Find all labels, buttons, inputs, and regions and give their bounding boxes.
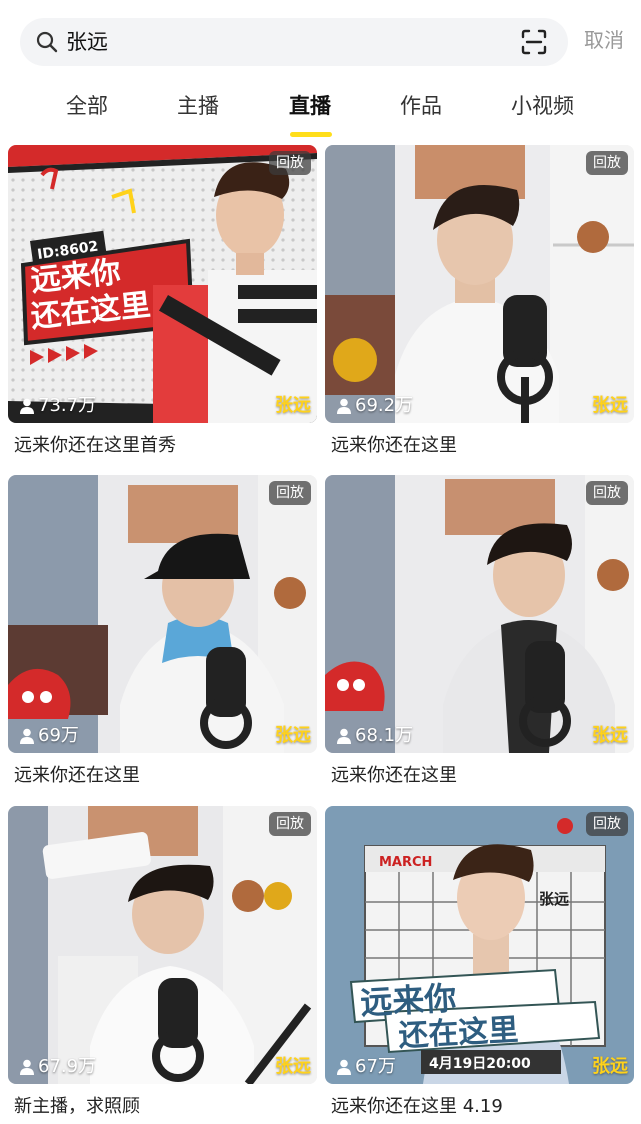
video-thumbnail[interactable]: 回放 67.9万 张远 (8, 806, 317, 1084)
streamer-name: 张远 (592, 1056, 628, 1077)
replay-badge: 回放 (269, 812, 311, 836)
view-count-value: 67万 (355, 1056, 396, 1077)
streamer-name: 张远 (592, 725, 628, 746)
person-icon (337, 1059, 351, 1075)
view-count: 69万 (20, 725, 79, 747)
streamer-name: 张远 (275, 1056, 311, 1077)
video-title[interactable]: 远来你还在这里 (14, 764, 140, 788)
poster-month: MARCH (379, 855, 432, 870)
poster-image: ID:8602 远来你 还在这里 (8, 145, 317, 423)
person-icon (20, 728, 34, 744)
streamer-name: 张远 (275, 725, 311, 746)
view-count: 67.9万 (20, 1056, 96, 1078)
person-icon (337, 728, 351, 744)
video-title[interactable]: 远来你还在这里 4.19 (331, 1095, 503, 1119)
stream-frame-image (325, 475, 634, 753)
view-count-value: 73.7万 (38, 395, 97, 416)
video-thumbnail[interactable]: 回放 69万 张远 (8, 475, 317, 753)
result-grid: ID:8602 远来你 还在这里 回放 73.7万 张远 远来你还在这里首秀 回… (0, 0, 641, 1124)
video-title[interactable]: 新主播，求照顾 (14, 1095, 140, 1119)
view-count-value: 69万 (38, 725, 79, 746)
poster-name: 张远 (539, 890, 569, 908)
replay-badge: 回放 (586, 812, 628, 836)
poster-date: 4月19日20:00 (429, 1056, 531, 1072)
stream-frame-image (8, 806, 317, 1084)
stream-frame-image (325, 145, 634, 423)
view-count: 68.1万 (337, 725, 413, 747)
streamer-name: 张远 (592, 395, 628, 416)
person-icon (337, 398, 351, 414)
video-thumbnail[interactable]: ID:8602 远来你 还在这里 回放 73.7万 张远 (8, 145, 317, 423)
video-title[interactable]: 远来你还在这里 (331, 434, 457, 458)
stream-frame-image (8, 475, 317, 753)
view-count: 67万 (337, 1056, 396, 1078)
poster-title-line2: 还在这里 (398, 1013, 520, 1054)
person-icon (20, 398, 34, 414)
replay-badge: 回放 (269, 481, 311, 505)
video-thumbnail[interactable]: 回放 69.2万 张远 (325, 145, 634, 423)
video-title[interactable]: 远来你还在这里 (331, 764, 457, 788)
person-icon (20, 1059, 34, 1075)
replay-badge: 回放 (586, 481, 628, 505)
poster-title-line1: 远来你 (359, 979, 457, 1022)
replay-badge: 回放 (269, 151, 311, 175)
streamer-name: 张远 (275, 395, 311, 416)
replay-badge: 回放 (586, 151, 628, 175)
video-thumbnail[interactable]: 回放 68.1万 张远 (325, 475, 634, 753)
video-title[interactable]: 远来你还在这里首秀 (14, 434, 176, 458)
view-count-value: 69.2万 (355, 395, 414, 416)
view-count-value: 67.9万 (38, 1056, 97, 1077)
view-count: 73.7万 (20, 395, 96, 417)
poster-image: MARCH 张远 远来你 还在这里 4月19日20:00 (325, 806, 634, 1084)
video-thumbnail[interactable]: MARCH 张远 远来你 还在这里 4月19日20:00 回放 67万 张远 (325, 806, 634, 1084)
view-count-value: 68.1万 (355, 725, 414, 746)
view-count: 69.2万 (337, 395, 413, 417)
